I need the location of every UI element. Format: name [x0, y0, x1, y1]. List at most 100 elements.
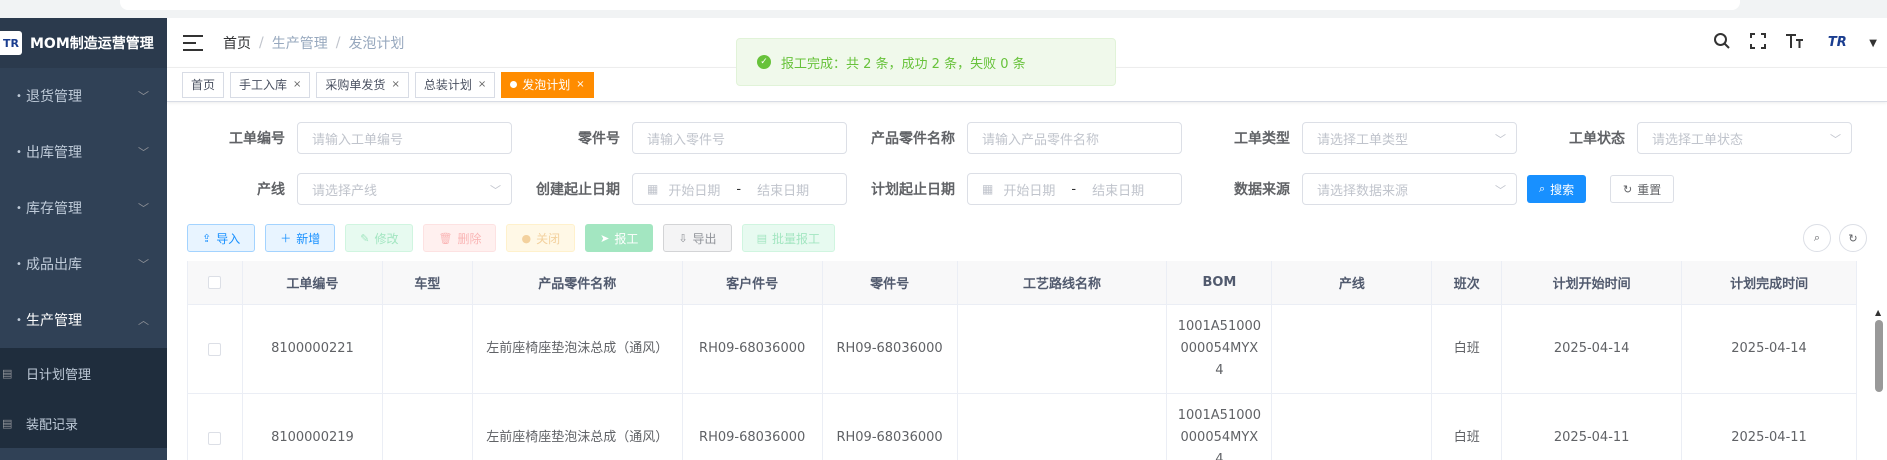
button-label: 关闭 — [536, 231, 561, 246]
user-avatar[interactable]: TR — [1819, 33, 1855, 53]
data-source-select[interactable]: 请选择数据来源 ﹀ — [1302, 173, 1517, 205]
table-row[interactable]: 8100000219 左前座椅座垫泡沫总成（通风） RH09-68036000 … — [188, 394, 1857, 460]
col-route-name[interactable]: 工艺路线名称 — [958, 261, 1168, 304]
button-label: 导出 — [692, 231, 717, 246]
circle-close-icon: ● — [521, 231, 532, 245]
submenu-item-assembly-record[interactable]: ▤ 装配记录 — [0, 398, 167, 448]
menu-label: 库存管理 — [26, 201, 82, 217]
line-select[interactable]: 请选择产线 ﹀ — [297, 173, 512, 205]
active-dot-icon — [510, 81, 518, 88]
plan-date-range[interactable]: ▦ 开始日期 - 结束日期 — [967, 173, 1182, 205]
field-data-source: 数据来源 请选择数据来源 ﹀ — [1202, 173, 1517, 205]
field-label: 零件号 — [578, 131, 620, 147]
work-order-type-select[interactable]: 请选择工单类型 ﹀ — [1302, 122, 1517, 154]
chevron-down-icon: ﹀ — [138, 258, 149, 271]
scroll-up-icon[interactable]: ▲ — [1875, 308, 1881, 317]
field-line: 产线 请选择产线 ﹀ — [207, 173, 512, 205]
scrollbar-thumb[interactable] — [1875, 320, 1883, 392]
submenu-item-daily-plan[interactable]: ▤ 日计划管理 — [0, 348, 167, 398]
col-part-no[interactable]: 零件号 — [823, 261, 958, 304]
import-button[interactable]: ⇪ 导入 — [187, 224, 256, 252]
col-bom[interactable]: BOM — [1167, 261, 1273, 304]
table-row[interactable]: 8100000221 左前座椅座垫泡沫总成（通风） RH09-68036000 … — [188, 305, 1857, 394]
col-product-part-name[interactable]: 产品零件名称 — [473, 261, 683, 304]
menu-icon: • — [16, 258, 22, 270]
close-button[interactable]: ● 关闭 — [506, 224, 576, 252]
tag-manual-inbound[interactable]: 手工入库 × — [230, 71, 311, 98]
close-icon[interactable]: × — [576, 79, 584, 90]
refresh-icon[interactable]: ↻ — [1839, 224, 1867, 252]
field-work-order-no: 工单编号 请输入工单编号 — [207, 122, 512, 154]
row-checkbox[interactable] — [208, 342, 222, 356]
menu-item-finished-outbound[interactable]: • 成品出库 ﹀ — [0, 236, 167, 292]
tag-purchase-shipping[interactable]: 采购单发货 × — [316, 71, 409, 98]
col-customer-part-no[interactable]: 客户件号 — [683, 261, 823, 304]
search-button[interactable]: ⌕ 搜索 — [1527, 175, 1587, 203]
col-plan-start[interactable]: 计划开始时间 — [1502, 261, 1683, 304]
chevron-down-icon: ﹀ — [1830, 133, 1841, 146]
placeholder: 请输入零件号 — [647, 132, 726, 148]
toolbar: ⇪ 导入 ＋ 新增 ✎ 修改 🗑 删除 ● 关闭 ➤ 报工 ⇩ 导出 ▤ 批量报工 — [187, 224, 835, 252]
export-button[interactable]: ⇩ 导出 — [663, 224, 732, 252]
cell-shift: 白班 — [1432, 305, 1503, 393]
breadcrumb-separator: / — [259, 34, 264, 51]
menu-toggle-icon[interactable] — [183, 34, 203, 51]
edit-button[interactable]: ✎ 修改 — [345, 224, 414, 252]
breadcrumb-separator: / — [335, 34, 341, 51]
col-model[interactable]: 车型 — [383, 261, 473, 304]
address-bar[interactable] — [120, 0, 1740, 10]
download-icon: ⇩ — [678, 231, 688, 245]
row-checkbox[interactable] — [208, 431, 222, 445]
field-label: 数据来源 — [1234, 182, 1290, 198]
menu-item-outbound[interactable]: • 出库管理 ﹀ — [0, 124, 167, 180]
tag-home[interactable]: 首页 — [182, 71, 225, 98]
tag-label: 首页 — [191, 78, 216, 92]
cell-plan-start: 2025-04-14 — [1502, 305, 1683, 393]
cell-customer-part-no: RH09-68036000 — [683, 305, 823, 393]
report-button[interactable]: ➤ 报工 — [585, 224, 654, 252]
font-size-icon[interactable] — [1783, 31, 1805, 55]
tag-label: 总装计划 — [423, 78, 472, 92]
col-work-order-no[interactable]: 工单编号 — [243, 261, 383, 304]
button-label: 修改 — [374, 231, 399, 246]
field-label: 创建起止日期 — [536, 182, 620, 198]
tag-foaming-plan[interactable]: 发泡计划 × — [501, 71, 594, 98]
caret-down-icon[interactable]: ▼ — [1869, 38, 1877, 49]
field-label: 产线 — [257, 182, 285, 198]
menu-item-inventory[interactable]: • 库存管理 ﹀ — [0, 180, 167, 236]
close-icon[interactable]: × — [293, 79, 301, 90]
table-scrollbar[interactable]: ▲ — [1875, 304, 1883, 460]
col-shift[interactable]: 班次 — [1432, 261, 1503, 304]
create-date-range[interactable]: ▦ 开始日期 - 结束日期 — [632, 173, 847, 205]
brand[interactable]: TR MOM制造运营管理 — [0, 18, 167, 68]
menu-item-production[interactable]: • 生产管理 ︿ — [0, 292, 167, 348]
part-no-input[interactable]: 请输入零件号 — [632, 122, 847, 154]
work-order-status-select[interactable]: 请选择工单状态 ﹀ — [1637, 122, 1852, 154]
tag-assembly-plan[interactable]: 总装计划 × — [414, 71, 496, 98]
close-icon[interactable]: × — [478, 79, 486, 90]
search-icon[interactable] — [1711, 31, 1733, 55]
trash-icon: 🗑 — [438, 231, 453, 245]
menu-icon: • — [16, 90, 22, 102]
submenu-production: ▤ 日计划管理 ▤ 装配记录 — [0, 348, 167, 448]
tag-label: 手工入库 — [239, 78, 288, 92]
calendar-icon: ▦ — [982, 182, 994, 196]
menu-icon: • — [16, 202, 22, 214]
toggle-search-icon[interactable]: ⌕ — [1803, 224, 1831, 252]
work-order-no-input[interactable]: 请输入工单编号 — [297, 122, 512, 154]
close-icon[interactable]: × — [391, 79, 399, 90]
field-label: 工单类型 — [1234, 131, 1290, 147]
menu-item-returns[interactable]: • 退货管理 ﹀ — [0, 68, 167, 124]
reset-button[interactable]: ↻ 重置 — [1610, 175, 1675, 203]
col-line[interactable]: 产线 — [1272, 261, 1433, 304]
col-plan-end[interactable]: 计划完成时间 — [1682, 261, 1857, 304]
cell-product-part-name: 左前座椅座垫泡沫总成（通风） — [473, 394, 683, 460]
select-all-checkbox[interactable] — [208, 276, 222, 289]
range-separator: - — [736, 181, 742, 197]
delete-button[interactable]: 🗑 删除 — [423, 224, 497, 252]
batch-report-button[interactable]: ▤ 批量报工 — [741, 224, 835, 252]
add-button[interactable]: ＋ 新增 — [265, 224, 336, 252]
product-part-name-input[interactable]: 请输入产品零件名称 — [967, 122, 1182, 154]
fullscreen-icon[interactable] — [1747, 31, 1769, 55]
breadcrumb-home[interactable]: 首页 — [223, 33, 251, 53]
